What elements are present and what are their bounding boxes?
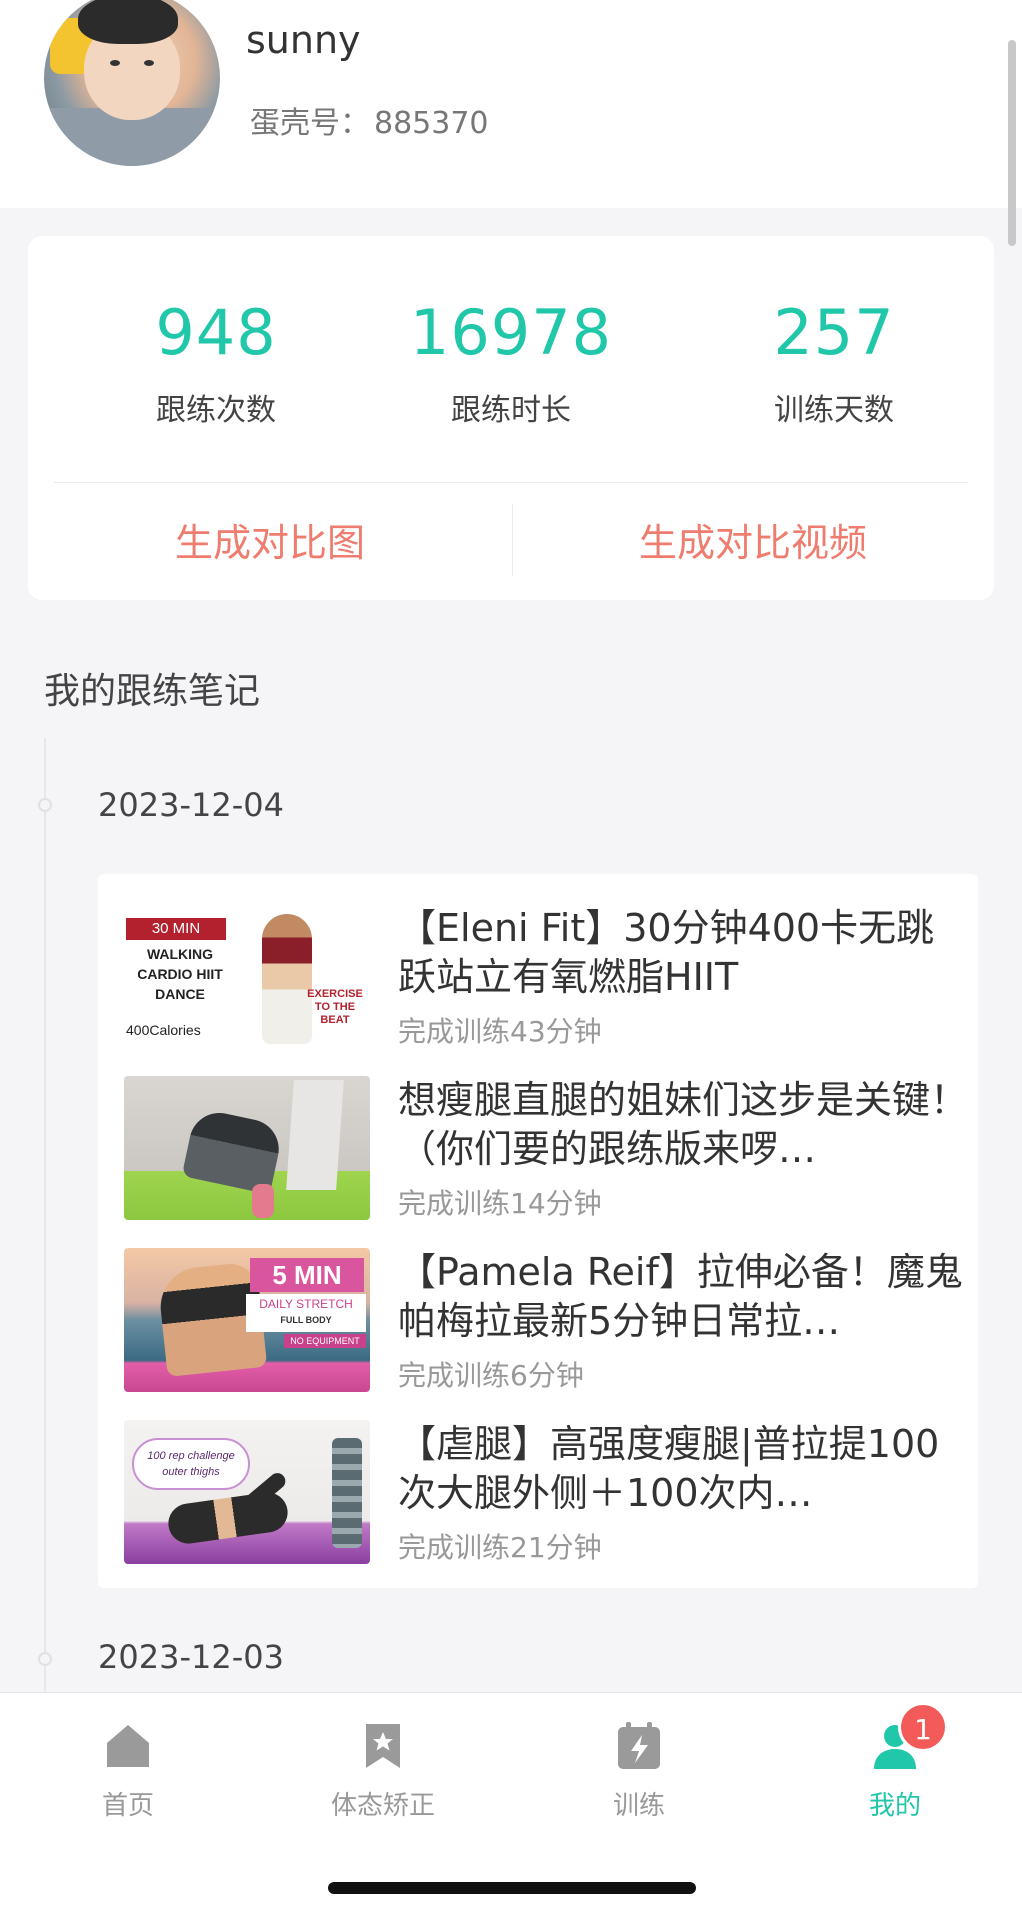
stat-follow-count: 948 跟练次数 <box>66 296 366 429</box>
list-item[interactable]: 想瘦腿直腿的姐妹们这步是关键！（你们要的跟练版来啰… 完成训练14分钟 <box>124 1076 968 1222</box>
date-label: 2023-12-03 <box>98 1638 284 1676</box>
thumb-text: DAILY STRETCH <box>259 1297 353 1311</box>
section-title: 我的跟练笔记 <box>44 671 261 712</box>
date-label: 2023-12-04 <box>98 786 284 824</box>
stat-value: 948 <box>155 296 277 369</box>
timeline-dot <box>38 1652 52 1666</box>
timeline-line <box>44 738 46 1698</box>
tab-label: 体态矫正 <box>330 1791 435 1821</box>
tab-label: 训练 <box>612 1791 665 1821</box>
tab-mine[interactable]: 我的 <box>815 1721 975 1822</box>
tab-label: 首页 <box>101 1791 154 1821</box>
video-thumbnail[interactable]: 5 MIN DAILY STRETCH FULL BODY NO EQUIPME… <box>124 1248 370 1392</box>
note-meta: 完成训练21分钟 <box>398 1531 602 1564</box>
lightning-calendar-icon <box>618 1722 660 1769</box>
note-title: 【Eleni Fit】30分钟400卡无跳跃站立有氧燃脂HIIT <box>398 906 935 999</box>
note-title: 【虐腿】高强度瘦腿|普拉提100次大腿外侧＋100次内… <box>398 1422 940 1515</box>
list-item[interactable]: 5 MIN DAILY STRETCH FULL BODY NO EQUIPME… <box>124 1248 964 1394</box>
tab-training[interactable]: 训练 <box>559 1721 719 1822</box>
notification-badge: 1 <box>898 1702 948 1752</box>
thumb-figure <box>181 1107 285 1195</box>
thumb-prop <box>332 1438 362 1548</box>
list-item[interactable]: 100 rep challenge outer thighs 【虐腿】高强度瘦腿… <box>124 1420 964 1566</box>
stat-training-days: 257 训练天数 <box>684 296 984 429</box>
thumb-text: WALKING CARDIO HIIT DANCE <box>137 946 223 1002</box>
stat-value: 16978 <box>409 296 613 369</box>
generate-compare-video-button[interactable]: 生成对比视频 <box>512 512 994 567</box>
avatar[interactable] <box>44 0 220 166</box>
user-id-label: 蛋壳号： <box>250 106 370 141</box>
thumb-sub: outer thighs <box>162 1466 220 1478</box>
thumb-text: 100 rep challenge <box>147 1450 235 1462</box>
stats-card: 948 跟练次数 16978 跟练时长 257 训练天数 生成对比图 生成对比视… <box>28 236 994 600</box>
stat-label: 跟练时长 <box>451 393 571 428</box>
scroll-indicator[interactable] <box>1008 40 1016 246</box>
stat-value: 257 <box>773 296 895 369</box>
stat-label: 跟练次数 <box>156 393 276 428</box>
username: sunny <box>246 18 361 62</box>
thumb-text-box: DAILY STRETCH FULL BODY <box>246 1294 366 1332</box>
profile-header: sunny 蛋壳号： 885370 <box>0 0 1022 208</box>
timeline-dot <box>38 798 52 812</box>
notes-card: 30 MIN WALKING CARDIO HIIT DANCE 400Calo… <box>98 874 978 1588</box>
tab-posture[interactable]: 体态矫正 <box>303 1721 463 1822</box>
generate-compare-image-button[interactable]: 生成对比图 <box>28 512 512 567</box>
video-thumbnail[interactable]: 30 MIN WALKING CARDIO HIIT DANCE 400Calo… <box>124 904 370 1048</box>
tab-home[interactable]: 首页 <box>48 1721 208 1822</box>
note-title: 【Pamela Reif】拉伸必备！魔鬼帕梅拉最新5分钟日常拉… <box>398 1250 963 1343</box>
video-thumbnail[interactable] <box>124 1076 370 1220</box>
thumb-figure <box>165 1489 291 1547</box>
note-meta: 完成训练14分钟 <box>398 1187 602 1220</box>
thumb-prop <box>252 1184 274 1218</box>
thumb-tag: 100 rep challenge outer thighs <box>132 1438 250 1490</box>
divider <box>54 482 968 483</box>
bookmark-star-icon <box>366 1724 400 1768</box>
thumb-banner: 5 MIN <box>250 1258 364 1292</box>
video-thumbnail[interactable]: 100 rep challenge outer thighs <box>124 1420 370 1564</box>
thumb-footer: NO EQUIPMENT <box>284 1334 366 1348</box>
note-title: 想瘦腿直腿的姐妹们这步是关键！（你们要的跟练版来啰… <box>398 1078 968 1171</box>
thumb-sub: FULL BODY <box>280 1315 332 1325</box>
thumb-side-text: EXERCISE TO THE BEAT <box>307 988 363 1026</box>
thumb-footer: 400Calories <box>126 1022 201 1038</box>
tab-label: 我的 <box>868 1791 921 1821</box>
user-id-value: 885370 <box>374 106 489 141</box>
thumb-banner: 30 MIN <box>126 918 226 940</box>
home-icon <box>107 1725 149 1767</box>
home-indicator <box>328 1882 696 1894</box>
stat-follow-duration: 16978 跟练时长 <box>361 296 661 429</box>
thumb-background <box>286 1080 344 1190</box>
list-item[interactable]: 30 MIN WALKING CARDIO HIIT DANCE 400Calo… <box>124 904 964 1050</box>
note-meta: 完成训练6分钟 <box>398 1359 584 1392</box>
stat-label: 训练天数 <box>774 393 894 428</box>
user-id: 蛋壳号： 885370 <box>246 98 489 142</box>
note-meta: 完成训练43分钟 <box>398 1015 602 1048</box>
